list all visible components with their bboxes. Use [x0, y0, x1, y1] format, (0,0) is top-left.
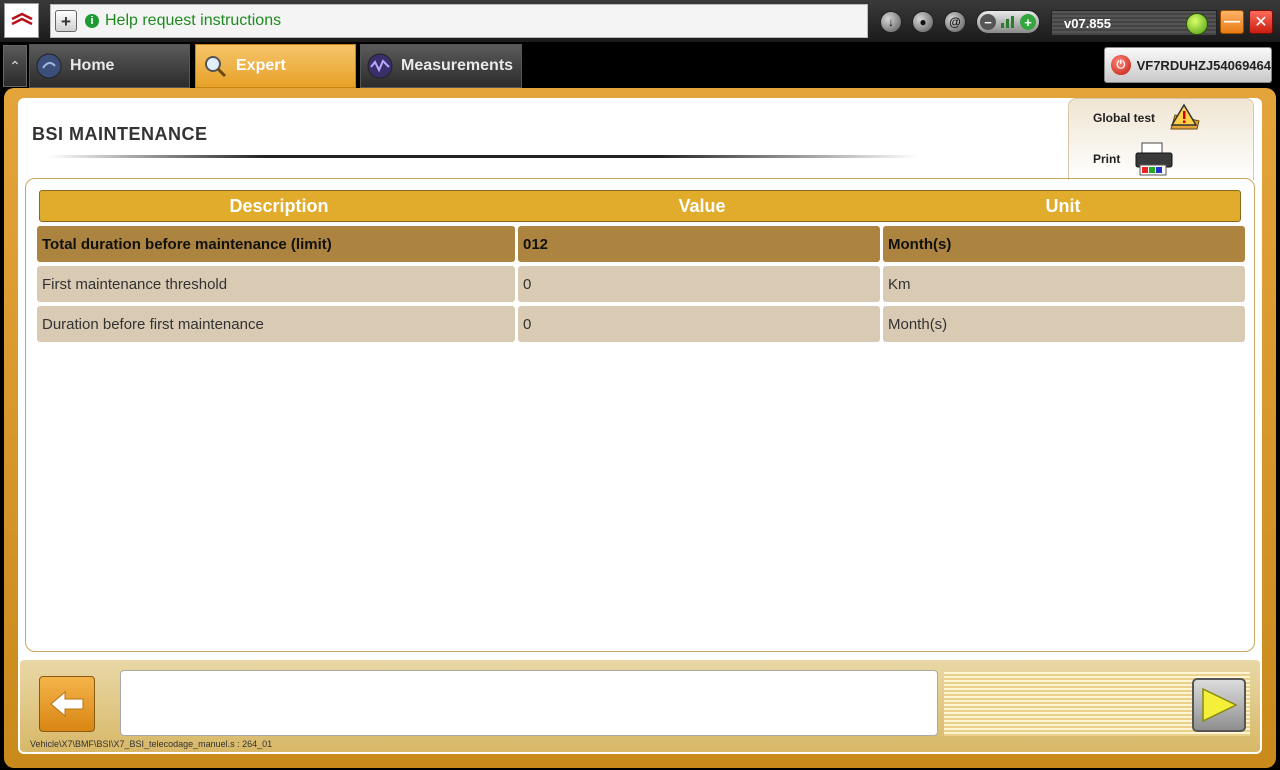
cell-description: First maintenance threshold	[37, 266, 515, 302]
title-divider	[48, 155, 918, 158]
tab-expert[interactable]: Expert	[195, 44, 356, 88]
column-header-unit: Unit	[1045, 195, 1081, 216]
email-icon[interactable]: @	[944, 11, 966, 33]
maintenance-table: Description Value Unit Total duration be…	[25, 178, 1255, 652]
help-request-text[interactable]: Help request instructions	[105, 12, 281, 30]
content-panel: BSI MAINTENANCE Global test Print Descri…	[18, 98, 1262, 754]
volume-down-icon[interactable]: −	[980, 14, 996, 30]
help-request-bar: + i Help request instructions	[50, 4, 868, 38]
minimize-button[interactable]: —	[1220, 10, 1244, 34]
tab-measurements[interactable]: Measurements	[360, 44, 522, 88]
cell-unit: Km	[883, 266, 1245, 302]
waveform-icon	[367, 53, 393, 79]
message-box	[120, 670, 938, 736]
global-test-label: Global test	[1093, 111, 1156, 125]
bottom-bar: Vehicle\X7\BMF\BSI\X7_BSI_telecodage_man…	[20, 660, 1260, 752]
cell-value: 0	[518, 306, 880, 342]
tab-home-label: Home	[70, 57, 115, 74]
table-header: Description Value Unit	[39, 190, 1241, 222]
warning-icon	[1170, 103, 1200, 130]
back-button[interactable]	[39, 676, 95, 732]
volume-control[interactable]: − +	[976, 10, 1040, 34]
print-label: Print	[1093, 152, 1121, 166]
action-panel: Global test Print	[1068, 98, 1254, 180]
vin-button[interactable]: ⏻ VF7RDUHZJ54069464	[1104, 47, 1272, 83]
home-icon	[36, 53, 62, 79]
top-bar: + i Help request instructions ↓ ● @ − + …	[0, 0, 1280, 42]
table-row[interactable]: Duration before first maintenance 0 Mont…	[37, 306, 1245, 342]
tab-expert-label: Expert	[236, 57, 286, 74]
column-header-value: Value	[678, 195, 726, 216]
page-title: BSI MAINTENANCE	[32, 124, 208, 144]
arrow-right-icon	[1202, 687, 1238, 723]
global-test-button[interactable]: Global test	[1093, 103, 1203, 133]
close-button[interactable]: ✕	[1249, 10, 1273, 34]
magnifier-icon	[202, 53, 228, 79]
printer-icon	[1135, 142, 1173, 176]
user-icon[interactable]: ●	[912, 11, 934, 33]
cell-unit: Month(s)	[883, 226, 1245, 262]
cell-value: 012	[518, 226, 880, 262]
vin-label: VF7RDUHZJ54069464	[1136, 57, 1271, 73]
table-row[interactable]: Total duration before maintenance (limit…	[37, 226, 1245, 262]
tab-home[interactable]: Home	[29, 44, 190, 88]
column-header-description: Description	[229, 195, 329, 216]
arrow-left-icon	[50, 690, 84, 718]
volume-level-icon	[1001, 16, 1017, 28]
version-label: v07.855	[1064, 16, 1111, 31]
download-icon[interactable]: ↓	[880, 11, 902, 33]
next-button[interactable]	[1192, 678, 1246, 732]
citroen-logo	[4, 3, 39, 38]
cell-description: Duration before first maintenance	[37, 306, 515, 342]
tab-measurements-label: Measurements	[401, 57, 514, 74]
print-button[interactable]: Print	[1093, 141, 1178, 177]
expand-plus-icon[interactable]: +	[55, 10, 77, 32]
power-icon: ⏻	[1111, 55, 1131, 75]
cell-unit: Month(s)	[883, 306, 1245, 342]
cell-description: Total duration before maintenance (limit…	[37, 226, 515, 262]
collapse-up-icon[interactable]: ⌃	[3, 45, 27, 87]
tab-bar: ⌃ Home Expert Measurements ⏻ VF7RDUHZJ54…	[0, 42, 1280, 88]
version-panel: v07.855	[1051, 10, 1217, 36]
cell-value: 0	[518, 266, 880, 302]
volume-up-icon[interactable]: +	[1020, 14, 1036, 30]
info-icon: i	[85, 14, 99, 28]
status-led-icon	[1186, 13, 1208, 35]
script-path: Vehicle\X7\BMF\BSI\X7_BSI_telecodage_man…	[30, 739, 273, 749]
main-frame: BSI MAINTENANCE Global test Print Descri…	[4, 88, 1276, 768]
table-row[interactable]: First maintenance threshold 0 Km	[37, 266, 1245, 302]
